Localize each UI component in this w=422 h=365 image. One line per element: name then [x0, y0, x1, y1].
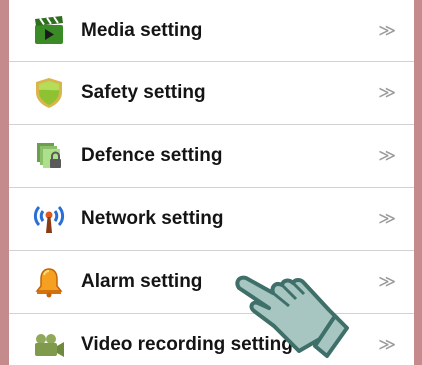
- video-camera-icon: [31, 327, 67, 363]
- chevron-right-icon: ≫: [378, 272, 396, 292]
- menu-item-label: Video recording setting: [81, 334, 293, 355]
- menu-item-alarm-setting[interactable]: Alarm setting ≫: [9, 251, 414, 314]
- settings-panel: Media setting ≫ Safety setting ≫ Defence…: [9, 0, 414, 365]
- menu-item-defence-setting[interactable]: Defence setting ≫: [9, 125, 414, 188]
- menu-item-label: Media setting: [81, 19, 203, 41]
- menu-item-label: Safety setting: [81, 82, 206, 103]
- menu-item-label: Alarm setting: [81, 271, 203, 292]
- settings-list: Media setting ≫ Safety setting ≫ Defence…: [9, 0, 414, 365]
- shield-icon: [31, 75, 67, 111]
- chevron-right-icon: ≫: [378, 20, 396, 41]
- chevron-right-icon: ≫: [378, 335, 396, 355]
- locked-documents-icon: [31, 138, 67, 174]
- menu-item-safety-setting[interactable]: Safety setting ≫: [9, 62, 414, 125]
- chevron-right-icon: ≫: [378, 83, 396, 103]
- bell-icon: [31, 264, 67, 300]
- media-clapperboard-icon: [31, 13, 67, 49]
- menu-item-video-recording-setting[interactable]: Video recording setting ≫: [9, 314, 414, 365]
- chevron-right-icon: ≫: [378, 209, 396, 229]
- chevron-right-icon: ≫: [378, 146, 396, 166]
- menu-item-label: Defence setting: [81, 145, 223, 166]
- menu-item-label: Network setting: [81, 208, 224, 229]
- antenna-icon: [31, 201, 67, 237]
- menu-item-network-setting[interactable]: Network setting ≫: [9, 188, 414, 251]
- menu-item-media-setting[interactable]: Media setting ≫: [9, 0, 414, 62]
